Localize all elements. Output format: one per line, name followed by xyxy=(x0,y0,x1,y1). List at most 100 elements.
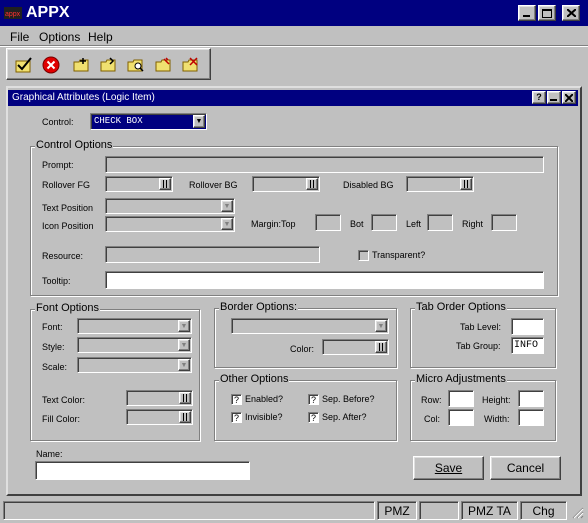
cancel-button-label: Cancel xyxy=(506,461,545,475)
border-color-label: Color: xyxy=(290,344,315,354)
font-select[interactable]: ▼ xyxy=(77,318,192,334)
border-style-select[interactable]: ▼ xyxy=(231,318,389,334)
save-check-icon[interactable] xyxy=(13,54,35,76)
question-icon: ? xyxy=(233,412,239,423)
menu-file[interactable]: File xyxy=(10,30,29,44)
control-select-value: CHECK BOX xyxy=(94,116,143,126)
icon-position-select[interactable]: ▼ xyxy=(105,216,235,232)
rollover-bg-select[interactable] xyxy=(252,176,320,192)
rollover-fg-label: Rollover FG xyxy=(42,180,91,190)
border-options-legend: Border Options: xyxy=(219,301,299,313)
color-slider-icon xyxy=(179,392,191,404)
delete-folder-icon[interactable] xyxy=(180,54,202,76)
width-input[interactable] xyxy=(518,409,544,426)
status-cell-pmz: PMZ xyxy=(377,501,417,520)
chevron-down-icon: ▼ xyxy=(178,359,190,371)
dialog-title-bar: Graphical Attributes (Logic Item) ? xyxy=(8,90,578,106)
help-icon: ? xyxy=(536,92,542,102)
resource-input[interactable] xyxy=(105,246,320,263)
cancel-icon[interactable] xyxy=(40,54,62,76)
status-cell-main xyxy=(3,501,375,520)
save-button[interactable]: Save xyxy=(413,456,484,480)
dialog-title: Graphical Attributes (Logic Item) xyxy=(12,92,155,103)
invisible-label: Invisible? xyxy=(245,412,283,422)
minimize-icon xyxy=(523,15,530,17)
color-slider-icon xyxy=(159,178,171,190)
margin-left-input[interactable] xyxy=(427,214,453,231)
name-input[interactable] xyxy=(35,461,250,480)
sep-after-checkbox[interactable]: ? xyxy=(308,412,319,423)
maximize-icon xyxy=(542,8,552,18)
tab-group-input[interactable]: INFO xyxy=(511,337,544,354)
rollover-bg-label: Rollover BG xyxy=(189,180,238,190)
status-cell-blank xyxy=(419,501,459,520)
tab-level-input[interactable] xyxy=(511,318,544,335)
margin-right-label: Right xyxy=(462,219,484,229)
col-label: Col: xyxy=(424,414,441,424)
control-options-legend: Control Options xyxy=(35,139,114,151)
menu-help[interactable]: Help xyxy=(88,30,113,44)
control-select[interactable]: CHECK BOX ▼ xyxy=(90,113,207,130)
chevron-down-icon: ▼ xyxy=(221,200,233,212)
margin-right-input[interactable] xyxy=(491,214,517,231)
transparent-checkbox[interactable] xyxy=(358,250,369,261)
maximize-button[interactable] xyxy=(538,5,556,21)
width-label: Width: xyxy=(484,414,510,424)
close-icon xyxy=(565,93,573,102)
style-select[interactable]: ▼ xyxy=(77,337,192,353)
margin-top-input[interactable] xyxy=(315,214,341,231)
fill-color-label: Fill Color: xyxy=(42,414,81,424)
enabled-label: Enabled? xyxy=(245,394,284,404)
text-color-select[interactable] xyxy=(126,390,193,406)
dialog-close-button[interactable] xyxy=(562,91,576,104)
minimize-icon xyxy=(550,98,557,101)
edit-folder-icon[interactable] xyxy=(153,54,175,76)
font-label: Font: xyxy=(42,322,63,332)
sep-after-label: Sep. After? xyxy=(322,412,367,422)
name-label: Name: xyxy=(36,449,63,459)
new-folder-icon[interactable] xyxy=(71,54,93,76)
menu-options[interactable]: Options xyxy=(39,30,80,44)
enabled-checkbox[interactable]: ? xyxy=(231,394,242,405)
text-position-select[interactable]: ▼ xyxy=(105,198,235,214)
close-button[interactable] xyxy=(562,5,580,21)
tab-group-value: INFO xyxy=(514,340,539,351)
height-input[interactable] xyxy=(518,390,544,407)
sep-before-label: Sep. Before? xyxy=(322,394,375,404)
chevron-down-icon[interactable]: ▼ xyxy=(193,115,205,128)
tooltip-label: Tooltip: xyxy=(42,276,71,286)
tab-order-legend: Tab Order Options xyxy=(415,301,507,313)
minimize-button[interactable] xyxy=(518,5,536,21)
control-label: Control: xyxy=(42,117,74,127)
question-icon: ? xyxy=(233,394,239,405)
save-button-label: Save xyxy=(434,461,463,475)
menu-divider-highlight xyxy=(0,46,588,47)
prompt-input[interactable] xyxy=(105,156,544,173)
margin-bot-input[interactable] xyxy=(371,214,397,231)
color-slider-icon xyxy=(179,411,191,423)
dialog-help-button[interactable]: ? xyxy=(532,91,546,104)
cancel-button[interactable]: Cancel xyxy=(490,456,561,480)
row-input[interactable] xyxy=(448,390,474,407)
chevron-down-icon: ▼ xyxy=(221,218,233,230)
chevron-down-icon: ▼ xyxy=(375,320,387,332)
other-options-legend: Other Options xyxy=(219,373,290,385)
question-icon: ? xyxy=(310,412,316,423)
svg-text:appx: appx xyxy=(5,11,21,18)
find-folder-icon[interactable] xyxy=(125,54,147,76)
disabled-bg-select[interactable] xyxy=(406,176,474,192)
status-cell-pmz-ta: PMZ TA xyxy=(461,501,518,520)
open-folder-icon[interactable] xyxy=(98,54,120,76)
dialog-minimize-button[interactable] xyxy=(547,91,561,104)
micro-adjustments-legend: Micro Adjustments xyxy=(415,373,507,385)
resize-grip-icon[interactable] xyxy=(570,505,584,519)
fill-color-select[interactable] xyxy=(126,409,193,425)
sep-before-checkbox[interactable]: ? xyxy=(308,394,319,405)
scale-select[interactable]: ▼ xyxy=(77,357,192,373)
tooltip-input[interactable] xyxy=(105,271,544,289)
invisible-checkbox[interactable]: ? xyxy=(231,412,242,423)
tab-level-label: Tab Level: xyxy=(460,322,502,332)
border-color-select[interactable] xyxy=(322,339,389,355)
rollover-fg-select[interactable] xyxy=(105,176,173,192)
col-input[interactable] xyxy=(448,409,474,426)
